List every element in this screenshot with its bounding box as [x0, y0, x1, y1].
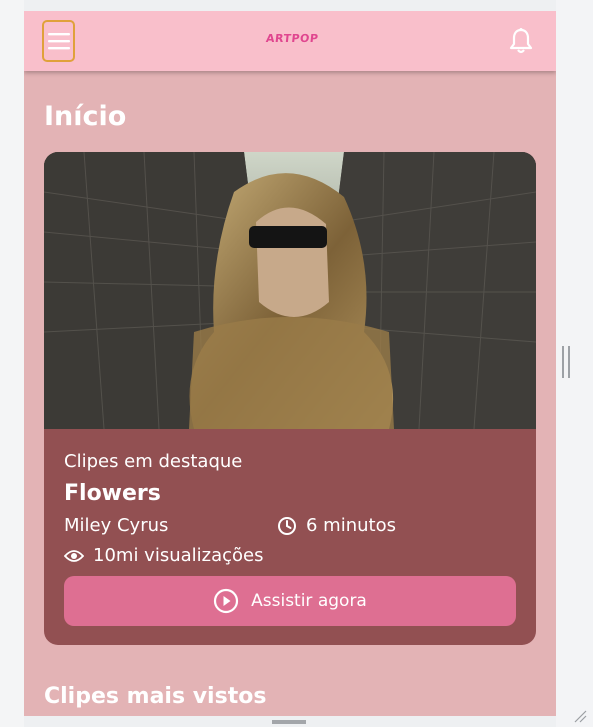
- clock-icon: [278, 516, 296, 535]
- window-left-margin: [0, 0, 24, 727]
- duration-text: 6 minutos: [306, 515, 396, 536]
- watch-now-label: Assistir agora: [251, 591, 367, 611]
- clip-artist: Miley Cyrus: [64, 515, 169, 536]
- app-logo[interactable]: ARTPOP: [265, 32, 319, 45]
- clip-title: Flowers: [64, 481, 161, 506]
- eye-icon: [64, 549, 84, 562]
- menu-button[interactable]: [42, 20, 75, 62]
- bell-icon[interactable]: [508, 27, 534, 55]
- featured-caption: Clipes em destaque: [64, 451, 243, 472]
- views-text: 10mi visualizações: [93, 545, 264, 566]
- watch-now-button[interactable]: Assistir agora: [64, 576, 516, 626]
- featured-clip-details: Clipes em destaque Flowers Miley Cyrus 6…: [44, 429, 536, 645]
- top-app-bar: ARTPOP: [24, 11, 556, 71]
- page-title: Início: [44, 101, 127, 132]
- hamburger-icon: [47, 33, 70, 50]
- featured-clip-thumbnail[interactable]: [44, 152, 536, 429]
- clip-views: 10mi visualizações: [64, 545, 263, 566]
- section-title-most-viewed: Clipes mais vistos: [44, 684, 267, 709]
- bottom-drag-handle[interactable]: [272, 720, 306, 724]
- corner-resize-icon[interactable]: [573, 709, 587, 723]
- clip-duration: 6 minutos: [277, 515, 396, 536]
- resize-grip-icon[interactable]: [562, 346, 570, 378]
- app-viewport: ARTPOP Início Clipes em destaque Flowers…: [24, 11, 556, 716]
- play-circle-icon: [214, 588, 239, 614]
- featured-clip-card[interactable]: Clipes em destaque Flowers Miley Cyrus 6…: [44, 152, 536, 645]
